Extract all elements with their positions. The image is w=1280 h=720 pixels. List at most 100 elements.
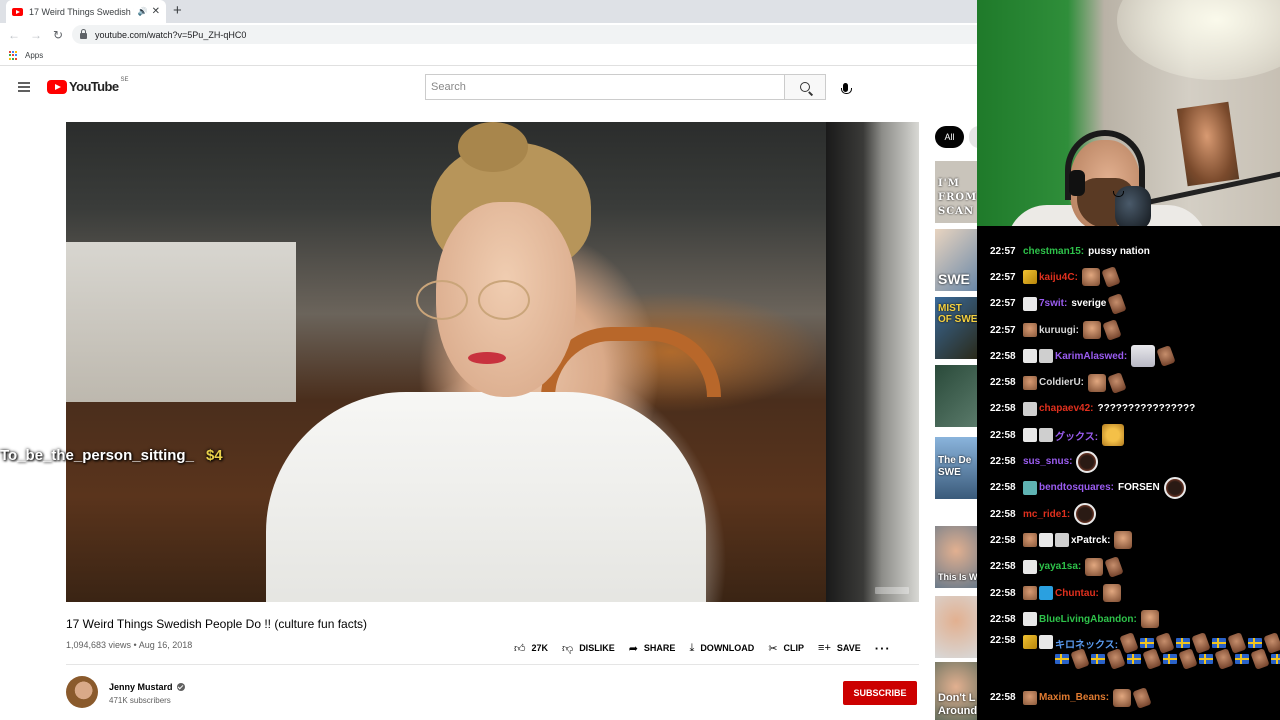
emote-icon (1142, 648, 1162, 671)
search-icon (800, 82, 810, 92)
recommendation-thumbnail[interactable]: SWE (935, 229, 977, 291)
thumbs-down-icon: 👎︎ (562, 642, 574, 655)
channel-avatar[interactable] (66, 676, 98, 708)
search-input[interactable]: Search (425, 74, 785, 100)
browser-tab[interactable]: 17 Weird Things Swedish Pe 🔊 ✕ (6, 0, 166, 23)
chat-username[interactable]: Chuntau: (1055, 588, 1099, 599)
recommendation-thumbnail[interactable] (935, 365, 977, 427)
dislike-button[interactable]: 👎︎ DISLIKE (562, 642, 615, 655)
apps-grid-icon[interactable] (9, 51, 18, 60)
video-scene-lips (468, 352, 506, 364)
new-tab-button[interactable]: + (173, 3, 182, 19)
chat-username[interactable]: キロネックス: (1055, 636, 1118, 651)
recommendation-thumbnail[interactable] (935, 596, 977, 658)
webcam-scene-microphone (1113, 186, 1151, 226)
channel-name-row[interactable]: Jenny Mustard (109, 682, 185, 692)
emote-icon (1102, 424, 1125, 447)
recommendation-thumbnail[interactable]: Don't L Around (935, 662, 977, 720)
youtube-wordmark: YouTube (69, 79, 119, 94)
chat-username[interactable]: kaiju4C: (1039, 272, 1078, 283)
menu-icon[interactable] (18, 82, 30, 92)
emote-icon (1070, 648, 1090, 671)
filter-chip[interactable] (969, 126, 977, 148)
chat-timestamp: 22:58 (990, 377, 1016, 389)
webcam-scene-light (1117, 0, 1280, 80)
chat-badge-icon (1055, 533, 1069, 548)
tab-close-icon[interactable]: ✕ (152, 6, 160, 17)
video-scene-shirt (266, 392, 706, 602)
chat-username[interactable]: kuruugi: (1039, 325, 1079, 336)
download-label: DOWNLOAD (700, 643, 755, 653)
chat-timestamp: 22:58 (990, 403, 1016, 415)
recommendation-thumbnail[interactable]: MIST OF SWE (935, 297, 977, 359)
chat-username[interactable]: ColdierU: (1039, 377, 1084, 388)
region-code: SE (120, 76, 129, 83)
chat-message: 22:58 KarimAlaswed: (990, 343, 1280, 369)
forward-icon[interactable]: → (25, 28, 47, 42)
voice-search-button[interactable] (837, 76, 853, 98)
chat-message-text: FORSEN (1118, 482, 1160, 494)
chat-message: 22:57 kuruugi: (990, 317, 1280, 343)
download-icon: ⤓ (689, 641, 695, 654)
chat-username[interactable]: xPatrck: (1071, 535, 1110, 546)
chat-username[interactable]: Maxim_Beans: (1039, 692, 1109, 703)
chat-timestamp: 22:58 (990, 561, 1016, 573)
thumbnail-text: SWE (938, 271, 970, 287)
chat-badge-icon (1039, 428, 1053, 443)
emote-icon (1074, 503, 1097, 526)
sweden-flag-icon (1271, 654, 1280, 665)
save-button[interactable]: ≡+ SAVE (818, 642, 861, 654)
video-scene-wall (66, 242, 296, 402)
chat-username[interactable]: BlueLivingAbandon: (1039, 614, 1137, 625)
chat-username[interactable]: chapaev42: (1039, 403, 1093, 414)
video-player[interactable] (66, 122, 919, 602)
search-button[interactable] (784, 74, 826, 100)
sweden-flag-icon (1212, 638, 1227, 649)
more-actions-icon[interactable]: ··· (875, 641, 891, 656)
clip-button[interactable]: ✂ CLIP (768, 642, 804, 655)
chat-message: 22:57 7swit: sverige (990, 291, 1280, 317)
chat-username[interactable]: chestman15: (1023, 246, 1084, 257)
chat-message-row: キロネックス: (1055, 632, 1280, 655)
divider (66, 664, 919, 665)
emote-icon (1104, 555, 1124, 578)
address-bar[interactable]: youtube.com/watch?v=5Pu_ZH-qHC0 (72, 25, 977, 44)
share-button[interactable]: ➦ SHARE (629, 642, 676, 655)
bookmark-apps[interactable]: Apps (25, 51, 43, 60)
thumbnail-text: I'M FROM SCAN (938, 178, 977, 217)
emote-icon (1085, 557, 1104, 576)
sweden-flag-icon (1091, 654, 1105, 665)
chat-username[interactable]: yaya1sa: (1039, 561, 1081, 572)
recommendation-thumbnail[interactable]: The De SWE (935, 437, 977, 499)
emote-icon (1113, 688, 1132, 707)
chat-message: 22:57 kaiju4C: (990, 264, 1280, 290)
chat-timestamp: 22:58 (990, 429, 1016, 441)
chat-badge-icon (1039, 533, 1053, 548)
sweden-flag-icon (1055, 654, 1069, 665)
download-button[interactable]: ⤓ DOWNLOAD (689, 642, 754, 655)
video-scene-door (826, 122, 919, 602)
chat-username[interactable]: KarimAlaswed: (1055, 351, 1127, 362)
subscriber-count: 471K subscribers (109, 696, 171, 705)
chat-badge-icon (1023, 690, 1037, 705)
like-button[interactable]: 👍︎ 27K (514, 642, 548, 655)
emote-icon (1083, 321, 1101, 340)
chat-username[interactable]: bendtosquares: (1039, 482, 1114, 493)
youtube-logo[interactable]: YouTube SE (47, 76, 129, 94)
subscribe-button[interactable]: SUBSCRIBE (843, 681, 917, 705)
chat-username[interactable]: sus_snus: (1023, 456, 1072, 467)
chat-username[interactable]: 7swit: (1039, 298, 1067, 309)
chat-timestamp: 22:58 (990, 635, 1016, 647)
channel-name[interactable]: Jenny Mustard (109, 682, 173, 692)
reload-icon[interactable]: ↻ (47, 28, 69, 42)
recommendation-thumbnail[interactable]: This Is Weird (935, 526, 977, 588)
emote-icon (1081, 268, 1100, 287)
chat-message-body: キロネックス: (1055, 632, 1280, 671)
audio-playing-icon[interactable]: 🔊 (138, 7, 148, 16)
chat-username[interactable]: mc_ride1: (1023, 509, 1070, 520)
recommendation-thumbnail[interactable]: I'M FROM SCAN (935, 161, 977, 223)
back-icon[interactable]: ← (3, 28, 25, 42)
filter-chip-all[interactable]: All (935, 126, 964, 148)
chat-username[interactable]: グックス: (1055, 428, 1098, 443)
scissors-icon: ✂ (768, 642, 778, 655)
